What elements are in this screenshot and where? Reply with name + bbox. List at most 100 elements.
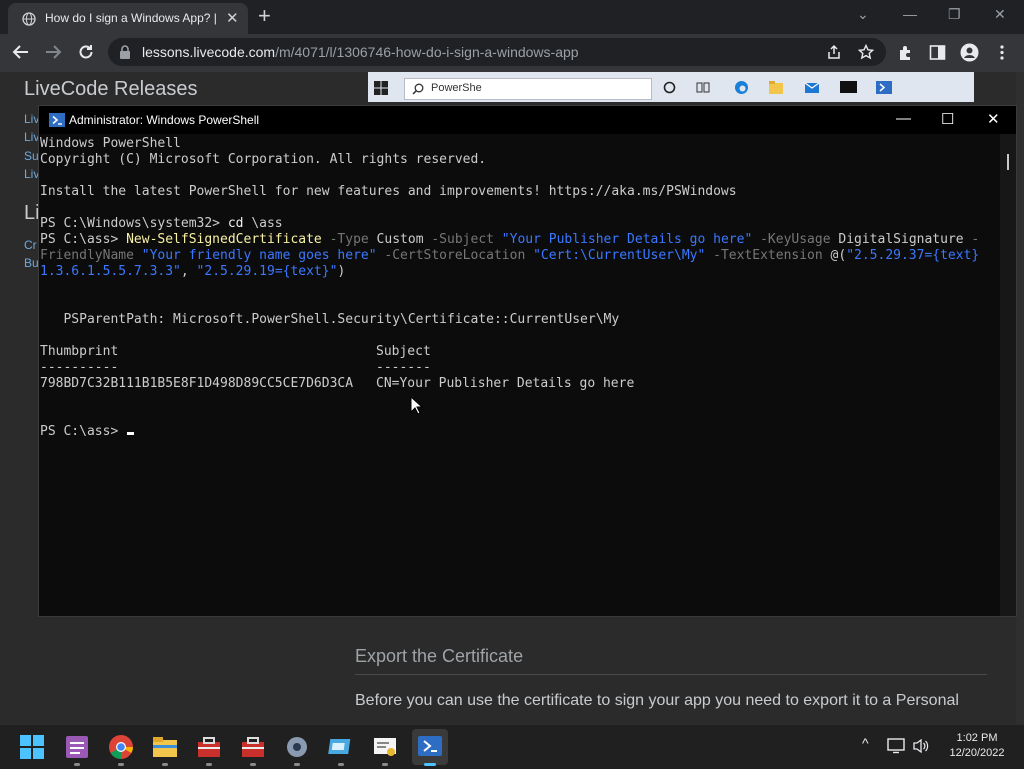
globe-icon (22, 12, 36, 26)
certificate-icon[interactable] (372, 734, 398, 760)
toolbox-icon[interactable] (196, 734, 222, 760)
forward-icon[interactable] (44, 43, 62, 61)
parameter: FriendlyName (40, 248, 134, 263)
file-explorer-icon (769, 81, 783, 94)
ps-minimize-button[interactable]: — (896, 110, 911, 127)
terminal-icon (840, 81, 857, 93)
reload-icon[interactable] (77, 43, 95, 61)
file-explorer-icon[interactable] (152, 734, 178, 760)
string-value: "Cert:\CurrentUser\My" (525, 248, 706, 263)
mail-icon (804, 82, 820, 93)
url-host: lessons.livecode.com (142, 44, 276, 60)
app-window-icon[interactable] (328, 734, 354, 760)
toolbox-icon[interactable] (240, 734, 266, 760)
terminal-line: Copyright (C) Microsoft Corporation. All… (40, 152, 487, 167)
windows-start-icon[interactable] (19, 734, 45, 760)
extensions-icon[interactable] (897, 44, 914, 61)
ps-close-button[interactable]: ✕ (987, 110, 1000, 128)
cortana-icon (663, 81, 676, 94)
terminal-command-line: 1.3.6.1.5.5.7.3.3", "2.5.29.19={text}") (40, 264, 345, 280)
releases-heading: LiveCode Releases (24, 78, 198, 100)
address-bar[interactable]: lessons.livecode.com/m/4071/l/1306746-ho… (108, 38, 886, 66)
windows-taskbar: ^ 1:02 PM 12/20/2022 (0, 724, 1024, 769)
minimize-button[interactable]: — (903, 6, 917, 22)
task-view-icon (696, 82, 710, 93)
divider (355, 674, 987, 675)
table-separator: ------- (376, 360, 431, 375)
string-value: "Your Publisher Details go here" (493, 232, 753, 247)
running-indicator (382, 763, 388, 766)
tab-close-icon[interactable]: ✕ (226, 9, 239, 27)
network-icon[interactable] (887, 738, 905, 754)
lesson-screenshot-image: PowerShe (368, 72, 974, 102)
active-indicator (424, 763, 436, 766)
sidebar-link[interactable]: Cr (24, 238, 37, 252)
terminal-line: Windows PowerShell (40, 136, 181, 151)
url-text[interactable]: lessons.livecode.com/m/4071/l/1306746-ho… (142, 44, 579, 60)
parameter: -Subject (423, 232, 494, 247)
string-value: "2.5.29.19={text}" (196, 264, 338, 279)
prompt: PS C:\ass> (40, 424, 127, 439)
table-separator: ---------- (40, 360, 119, 375)
string-value: 1.3.6.1.5.5.7.3.3" (40, 264, 181, 279)
back-icon[interactable] (12, 43, 30, 61)
prompt: PS C:\Windows\system32> (40, 216, 228, 231)
cmdlet: New-SelfSignedCertificate (126, 232, 322, 247)
command: cd (227, 216, 244, 231)
browser-tab[interactable]: How do I sign a Windows App? | ✕ (8, 3, 248, 34)
terminal-line: Install the latest PowerShell for new fe… (40, 184, 737, 199)
ps-scrollbar[interactable] (1000, 134, 1016, 616)
sidebar-link[interactable]: Bu (24, 256, 39, 270)
parameter: -CertStoreLocation (376, 248, 526, 263)
browser-tab-strip: How do I sign a Windows App? | ✕ + ⌄ — ❐… (0, 0, 1024, 34)
export-certificate-heading: Export the Certificate (355, 646, 524, 666)
running-indicator (338, 763, 344, 766)
terminal-prompt-line[interactable]: PS C:\ass> (40, 424, 135, 440)
bookmark-star-icon[interactable] (858, 44, 874, 60)
tab-search-icon[interactable]: ⌄ (857, 6, 869, 23)
terminal-command-line: PS C:\Windows\system32> cd \ass (40, 216, 283, 232)
restore-button[interactable]: ❐ (948, 6, 961, 23)
tray-overflow-chevron-icon[interactable]: ^ (862, 735, 869, 751)
notes-app-icon[interactable] (64, 734, 90, 760)
windows-start-icon (374, 81, 388, 95)
chrome-icon[interactable] (108, 734, 134, 760)
value: DigitalSignature (830, 232, 964, 247)
running-indicator (294, 763, 300, 766)
volume-icon[interactable] (912, 738, 930, 754)
sidebar-link[interactable]: Su (24, 149, 39, 163)
profile-avatar-icon[interactable] (960, 43, 979, 62)
running-indicator (118, 763, 124, 766)
settings-gear-icon[interactable] (284, 734, 310, 760)
active-app-highlight[interactable] (412, 729, 448, 765)
parameter: -Type (321, 232, 369, 247)
clock-time: 1:02 PM (956, 732, 998, 744)
edge-icon (735, 81, 748, 94)
ps-scrollbar-thumb[interactable] (1007, 154, 1009, 170)
powershell-titlebar[interactable]: Administrator: Windows PowerShell — ☐ ✕ (39, 106, 1016, 134)
share-icon[interactable] (826, 44, 842, 60)
powershell-window[interactable]: Administrator: Windows PowerShell — ☐ ✕ … (38, 105, 1017, 617)
powershell-icon[interactable] (418, 736, 442, 756)
close-button[interactable]: ✕ (994, 6, 1006, 23)
ps-maximize-button[interactable]: ☐ (941, 110, 954, 128)
side-panel-icon[interactable] (929, 44, 946, 61)
clock-date: 12/20/2022 (949, 747, 1005, 759)
powershell-icon (49, 113, 65, 127)
value: ) (337, 264, 346, 279)
video-search-text: PowerShe (431, 82, 482, 94)
terminal-line: PSParentPath: Microsoft.PowerShell.Secur… (40, 312, 620, 327)
search-icon (412, 83, 424, 95)
system-clock[interactable]: 1:02 PM 12/20/2022 (940, 731, 1014, 761)
terminal-command-line: FriendlyName "Your friendly name goes he… (40, 248, 979, 264)
parameter: -KeyUsage (752, 232, 831, 247)
powershell-title: Administrator: Windows PowerShell (69, 113, 260, 127)
lock-icon[interactable] (118, 44, 132, 60)
parameter: -TextExtension (705, 248, 823, 263)
terminal-output[interactable]: Windows PowerShell Copyright (C) Microso… (39, 134, 999, 616)
new-tab-button[interactable]: + (258, 3, 271, 29)
menu-kebab-icon[interactable] (999, 44, 1005, 61)
page-scrollbar[interactable] (1016, 72, 1024, 724)
running-indicator (206, 763, 212, 766)
powershell-icon (876, 81, 892, 94)
